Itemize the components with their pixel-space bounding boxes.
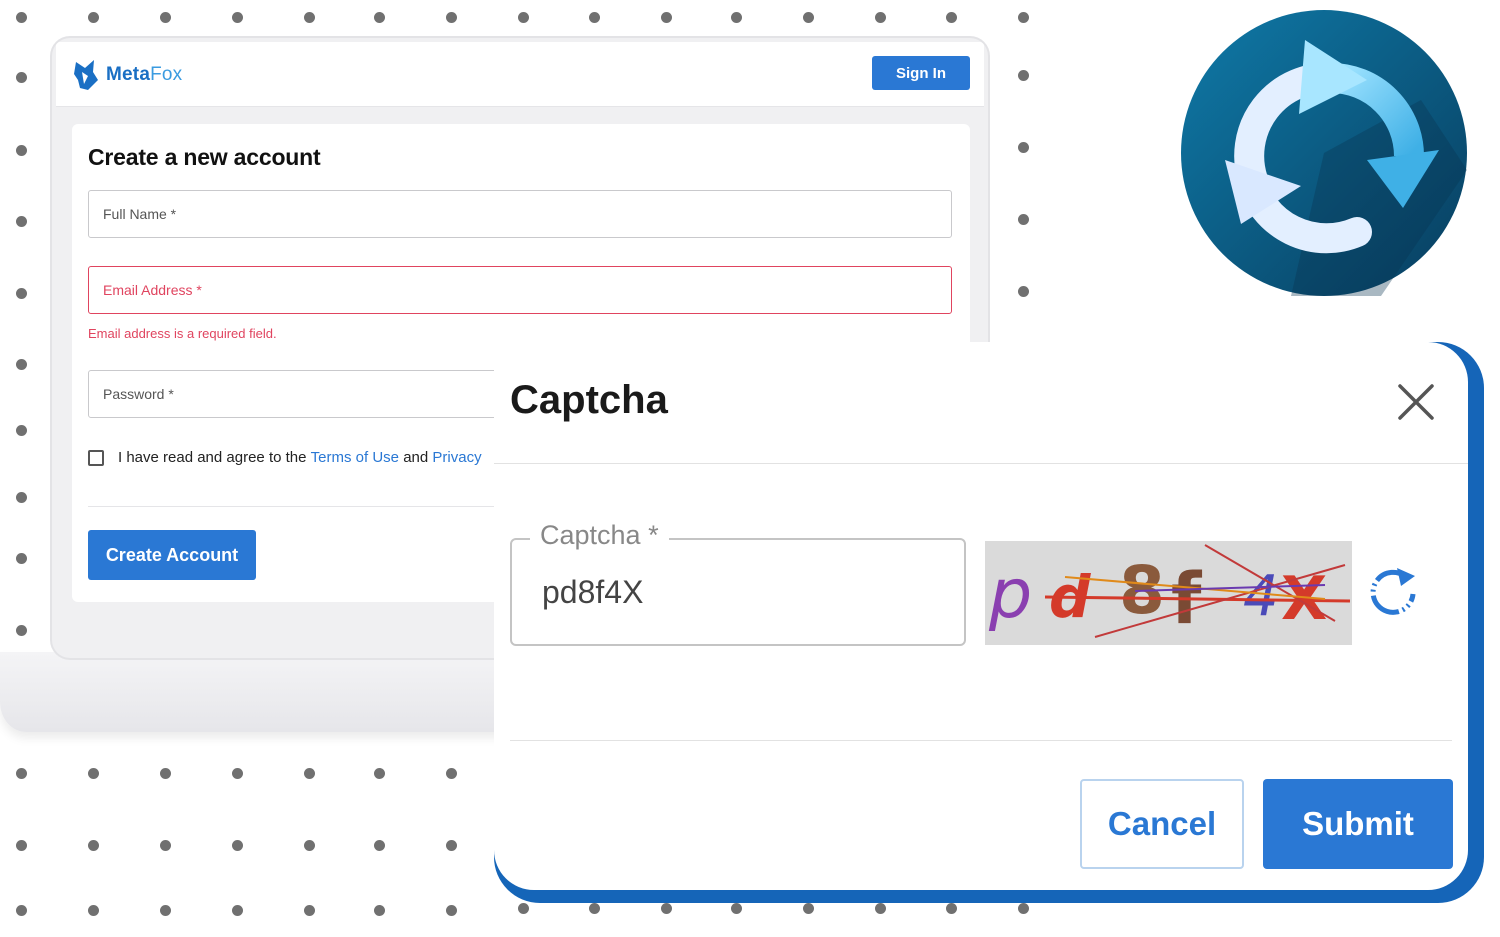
app-header: MetaFox Sign In [56,42,984,107]
background-dot [232,12,243,23]
background-dot [160,12,171,23]
background-dot [16,216,27,227]
background-dot [304,12,315,23]
background-dot [1018,12,1029,23]
reload-icon[interactable] [1367,564,1421,618]
terms-agreement: I have read and agree to the Terms of Us… [88,449,482,466]
background-dot [88,905,99,916]
background-dot [446,768,457,779]
background-dot [946,903,957,914]
background-dot [232,768,243,779]
background-dot [875,903,886,914]
background-dot [16,145,27,156]
captcha-char: 4 [1243,564,1279,629]
background-dot [589,903,600,914]
captcha-dialog: Captcha Captcha * pd8f4X p d 8 f 4 X Can… [494,342,1468,890]
agree-text: I have read and agree to the [118,449,307,466]
background-dot [16,625,27,636]
background-dot [160,905,171,916]
background-dot [16,492,27,503]
checkbox-icon[interactable] [88,449,104,466]
background-dot [88,840,99,851]
background-dot [731,903,742,914]
background-dot [374,12,385,23]
background-dot [875,12,886,23]
and-text: and [403,449,429,466]
background-dot [16,288,27,299]
background-dot [304,905,315,916]
background-dot [803,903,814,914]
background-dot [16,12,27,23]
full-name-field[interactable]: Full Name * [88,190,952,238]
background-dot [304,768,315,779]
background-dot [304,840,315,851]
cancel-button[interactable]: Cancel [1080,779,1244,869]
footer-divider [510,740,1452,741]
captcha-input-value: pd8f4X [542,574,644,610]
background-dot [16,553,27,564]
sign-in-button[interactable]: Sign In [872,56,970,90]
background-dot [88,768,99,779]
background-dot [16,72,27,83]
close-icon[interactable] [1394,380,1438,424]
logo[interactable]: MetaFox [72,58,182,92]
form-title: Create a new account [88,144,321,170]
fox-logo-icon [74,60,98,90]
background-dot [1018,214,1029,225]
email-field[interactable]: Email Address * [88,266,952,314]
background-dot [731,12,742,23]
background-dot [446,12,457,23]
background-dot [518,12,529,23]
laptop-base [0,652,560,732]
background-dot [88,12,99,23]
create-account-button[interactable]: Create Account [88,530,256,580]
background-dot [16,840,27,851]
background-dot [374,905,385,916]
background-dot [518,903,529,914]
background-dot [1018,70,1029,81]
background-dot [374,768,385,779]
background-dot [16,359,27,370]
background-dot [232,840,243,851]
background-dot [16,905,27,916]
background-dot [1018,142,1029,153]
email-error-message: Email address is a required field. [88,326,277,341]
background-dot [160,840,171,851]
captcha-char: p [988,555,1032,634]
dialog-title: Captcha [510,378,668,422]
background-dot [946,12,957,23]
background-dot [803,12,814,23]
background-dot [446,905,457,916]
background-dot [661,12,672,23]
submit-button[interactable]: Submit [1263,779,1453,869]
background-dot [446,840,457,851]
background-dot [661,903,672,914]
background-dot [160,768,171,779]
background-dot [16,425,27,436]
background-dot [1018,286,1029,297]
header-divider [494,463,1468,464]
background-dot [1018,903,1029,914]
refresh-arrows-icon [1181,10,1467,296]
background-dot [232,905,243,916]
background-dot [589,12,600,23]
captcha-image: p d 8 f 4 X [985,541,1352,645]
privacy-link[interactable]: Privacy [432,449,481,466]
captcha-field-label: Captcha * [530,520,669,551]
background-dot [374,840,385,851]
terms-of-use-link[interactable]: Terms of Use [311,449,399,466]
background-dot [16,768,27,779]
captcha-input[interactable]: Captcha * pd8f4X [510,520,966,646]
logo-text: MetaFox [106,64,183,85]
